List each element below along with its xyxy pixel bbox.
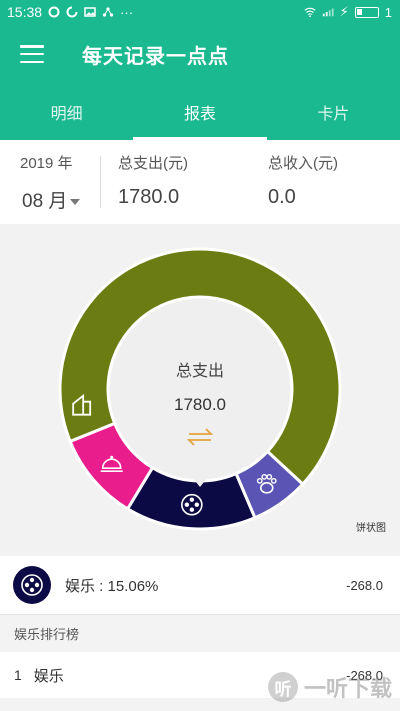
donut-chart: 总支出 1780.0 饼状图 [0, 224, 400, 556]
top-category-row[interactable]: 娱乐 : 15.06% -268.0 [0, 556, 400, 615]
app-bar: 每天记录一点点 [0, 24, 400, 84]
refresh-icon [66, 6, 78, 18]
donut-chart-svg: 总支出 1780.0 [58, 247, 342, 531]
top-category-label: 娱乐 : 15.06% [65, 577, 159, 595]
dropdown-arrow-icon [70, 198, 81, 205]
signal-icon [322, 8, 334, 17]
status-bar: 15:38 ··· ⚡ 1 [0, 0, 400, 24]
donut-center [110, 299, 290, 479]
battery-level: 1 [384, 4, 392, 20]
income-value: 0.0 [268, 186, 296, 208]
year-selector[interactable]: 2019 年 [20, 152, 73, 173]
ranking-number: 1 [14, 667, 22, 683]
ranking-title: 娱乐排行榜 [14, 627, 80, 642]
tab-cards[interactable]: 卡片 [267, 84, 400, 140]
expense-value: 1780.0 [118, 186, 180, 208]
expense-label: 总支出(元) [118, 155, 188, 172]
chart-type-button[interactable]: 饼状图 [356, 519, 386, 534]
wifi-icon [304, 7, 316, 18]
watermark-logo-icon: 听 [267, 672, 298, 702]
image-icon [84, 7, 96, 17]
ranking-name: 娱乐 [33, 667, 64, 685]
tab-bar: 明细 报表 卡片 [0, 84, 400, 140]
income-label: 总收入(元) [268, 155, 338, 172]
battery-icon [354, 6, 379, 18]
charging-icon: ⚡ [339, 4, 349, 19]
watermark-text: 一听下载 [303, 676, 392, 701]
summary-panel: 2019 年 08 月 总支出(元) 1780.0 总收入(元) 0.0 [0, 140, 400, 224]
app-title: 每天记录一点点 [82, 45, 229, 68]
share-icon [102, 7, 114, 17]
donut-center-value: 1780.0 [174, 395, 226, 414]
tab-details[interactable]: 明细 [0, 84, 133, 140]
month-value: 08 月 [22, 191, 68, 212]
tab-report[interactable]: 报表 [133, 84, 267, 140]
donut-center-label: 总支出 [176, 362, 224, 380]
more-notifications-icon: ··· [120, 4, 134, 20]
film-reel-icon [13, 566, 51, 604]
sync-icon [48, 6, 60, 18]
menu-icon[interactable] [20, 45, 44, 63]
divider [100, 156, 101, 208]
watermark: 听 一听下载 [267, 671, 392, 703]
status-time: 15:38 [7, 4, 43, 20]
top-category-amount: -268.0 [346, 577, 383, 593]
month-selector[interactable]: 08 月 [22, 186, 81, 213]
